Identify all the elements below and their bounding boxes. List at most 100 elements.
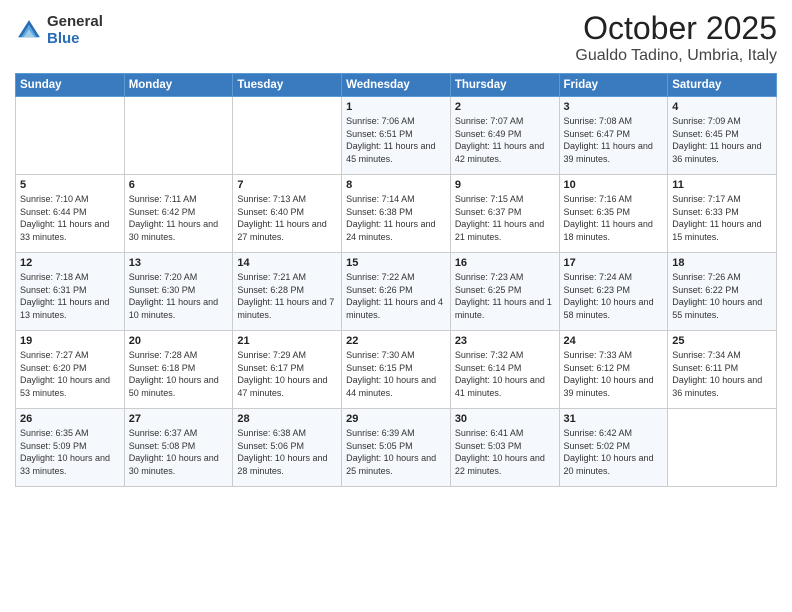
calendar-cell: 21 Sunrise: 7:29 AM Sunset: 6:17 PM Dayli… [233, 331, 342, 409]
weekday-header-friday: Friday [559, 74, 668, 97]
day-detail: Sunrise: 7:22 AM Sunset: 6:26 PM Dayligh… [346, 271, 446, 321]
day-detail: Sunrise: 7:14 AM Sunset: 6:38 PM Dayligh… [346, 193, 446, 243]
calendar-week-row: 19 Sunrise: 7:27 AM Sunset: 6:20 PM Dayli… [16, 331, 777, 409]
calendar-cell: 6 Sunrise: 7:11 AM Sunset: 6:42 PM Daylig… [124, 175, 233, 253]
calendar-cell: 15 Sunrise: 7:22 AM Sunset: 6:26 PM Dayli… [342, 253, 451, 331]
day-detail: Sunrise: 7:29 AM Sunset: 6:17 PM Dayligh… [237, 349, 337, 399]
day-number: 27 [129, 413, 229, 425]
calendar-week-row: 5Sunrise: 7:10 AM Sunset: 6:44 PM Daylig… [16, 175, 777, 253]
day-detail: Sunrise: 7:30 AM Sunset: 6:15 PM Dayligh… [346, 349, 446, 399]
header: General Blue October 2025 Gualdo Tadino,… [15, 10, 777, 65]
logo-general: General [47, 14, 103, 31]
day-detail: Sunrise: 7:18 AM Sunset: 6:31 PM Dayligh… [20, 271, 120, 321]
calendar-cell: 27 Sunrise: 6:37 AM Sunset: 5:08 PM Dayli… [124, 409, 233, 487]
day-number: 10 [564, 179, 664, 191]
day-number: 4 [672, 101, 772, 113]
calendar-cell: 5Sunrise: 7:10 AM Sunset: 6:44 PM Daylig… [16, 175, 125, 253]
day-detail: Sunrise: 7:15 AM Sunset: 6:37 PM Dayligh… [455, 193, 555, 243]
calendar-cell: 19 Sunrise: 7:27 AM Sunset: 6:20 PM Dayli… [16, 331, 125, 409]
day-detail: Sunrise: 6:38 AM Sunset: 5:06 PM Dayligh… [237, 427, 337, 477]
day-detail: Sunrise: 6:42 AM Sunset: 5:02 PM Dayligh… [564, 427, 664, 477]
day-detail: Sunrise: 7:24 AM Sunset: 6:23 PM Dayligh… [564, 271, 664, 321]
day-detail: Sunrise: 7:17 AM Sunset: 6:33 PM Dayligh… [672, 193, 772, 243]
day-number: 12 [20, 257, 120, 269]
calendar-cell: 16 Sunrise: 7:23 AM Sunset: 6:25 PM Dayli… [450, 253, 559, 331]
calendar-cell: 22 Sunrise: 7:30 AM Sunset: 6:15 PM Dayli… [342, 331, 451, 409]
day-detail: Sunrise: 6:41 AM Sunset: 5:03 PM Dayligh… [455, 427, 555, 477]
weekday-header-tuesday: Tuesday [233, 74, 342, 97]
day-number: 26 [20, 413, 120, 425]
calendar-cell: 17 Sunrise: 7:24 AM Sunset: 6:23 PM Dayli… [559, 253, 668, 331]
day-detail: Sunrise: 7:32 AM Sunset: 6:14 PM Dayligh… [455, 349, 555, 399]
day-detail: Sunrise: 6:37 AM Sunset: 5:08 PM Dayligh… [129, 427, 229, 477]
calendar-week-row: 12 Sunrise: 7:18 AM Sunset: 6:31 PM Dayli… [16, 253, 777, 331]
day-detail: Sunrise: 6:35 AM Sunset: 5:09 PM Dayligh… [20, 427, 120, 477]
calendar-cell: 25 Sunrise: 7:34 AM Sunset: 6:11 PM Dayli… [668, 331, 777, 409]
weekday-header-monday: Monday [124, 74, 233, 97]
calendar-cell: 28 Sunrise: 6:38 AM Sunset: 5:06 PM Dayli… [233, 409, 342, 487]
day-number: 5 [20, 179, 120, 191]
day-number: 17 [564, 257, 664, 269]
day-number: 6 [129, 179, 229, 191]
day-number: 13 [129, 257, 229, 269]
day-detail: Sunrise: 7:33 AM Sunset: 6:12 PM Dayligh… [564, 349, 664, 399]
day-number: 1 [346, 101, 446, 113]
calendar-cell: 9 Sunrise: 7:15 AM Sunset: 6:37 PM Daylig… [450, 175, 559, 253]
month-title: October 2025 [575, 10, 777, 47]
logo-icon [15, 17, 43, 45]
day-detail: Sunrise: 7:16 AM Sunset: 6:35 PM Dayligh… [564, 193, 664, 243]
day-number: 28 [237, 413, 337, 425]
calendar-cell: 29 Sunrise: 6:39 AM Sunset: 5:05 PM Dayli… [342, 409, 451, 487]
day-detail: Sunrise: 7:34 AM Sunset: 6:11 PM Dayligh… [672, 349, 772, 399]
logo: General Blue [15, 14, 103, 47]
day-number: 19 [20, 335, 120, 347]
calendar-cell: 23Sunrise: 7:32 AM Sunset: 6:14 PM Dayli… [450, 331, 559, 409]
calendar-cell: 18 Sunrise: 7:26 AM Sunset: 6:22 PM Dayli… [668, 253, 777, 331]
day-detail: Sunrise: 7:11 AM Sunset: 6:42 PM Dayligh… [129, 193, 229, 243]
calendar-cell: 4Sunrise: 7:09 AM Sunset: 6:45 PM Daylig… [668, 97, 777, 175]
calendar-cell: 8Sunrise: 7:14 AM Sunset: 6:38 PM Daylig… [342, 175, 451, 253]
day-detail: Sunrise: 7:08 AM Sunset: 6:47 PM Dayligh… [564, 115, 664, 165]
weekday-header-row: SundayMondayTuesdayWednesdayThursdayFrid… [16, 74, 777, 97]
weekday-header-wednesday: Wednesday [342, 74, 451, 97]
day-number: 30 [455, 413, 555, 425]
day-number: 2 [455, 101, 555, 113]
calendar-cell [233, 97, 342, 175]
calendar-week-row: 26 Sunrise: 6:35 AM Sunset: 5:09 PM Dayli… [16, 409, 777, 487]
day-detail: Sunrise: 7:27 AM Sunset: 6:20 PM Dayligh… [20, 349, 120, 399]
day-number: 25 [672, 335, 772, 347]
calendar-cell: 30 Sunrise: 6:41 AM Sunset: 5:03 PM Dayli… [450, 409, 559, 487]
calendar-cell [16, 97, 125, 175]
day-number: 18 [672, 257, 772, 269]
day-number: 29 [346, 413, 446, 425]
day-detail: Sunrise: 7:23 AM Sunset: 6:25 PM Dayligh… [455, 271, 555, 321]
day-detail: Sunrise: 6:39 AM Sunset: 5:05 PM Dayligh… [346, 427, 446, 477]
day-detail: Sunrise: 7:26 AM Sunset: 6:22 PM Dayligh… [672, 271, 772, 321]
calendar-cell: 3 Sunrise: 7:08 AM Sunset: 6:47 PM Daylig… [559, 97, 668, 175]
day-detail: Sunrise: 7:21 AM Sunset: 6:28 PM Dayligh… [237, 271, 337, 321]
day-number: 3 [564, 101, 664, 113]
page: General Blue October 2025 Gualdo Tadino,… [0, 0, 792, 612]
day-number: 15 [346, 257, 446, 269]
title-block: October 2025 Gualdo Tadino, Umbria, Ital… [575, 10, 777, 65]
calendar-cell: 1 Sunrise: 7:06 AM Sunset: 6:51 PM Daylig… [342, 97, 451, 175]
calendar-cell: 7Sunrise: 7:13 AM Sunset: 6:40 PM Daylig… [233, 175, 342, 253]
day-number: 22 [346, 335, 446, 347]
day-number: 9 [455, 179, 555, 191]
calendar-cell: 10 Sunrise: 7:16 AM Sunset: 6:35 PM Dayli… [559, 175, 668, 253]
weekday-header-sunday: Sunday [16, 74, 125, 97]
day-detail: Sunrise: 7:06 AM Sunset: 6:51 PM Dayligh… [346, 115, 446, 165]
calendar-cell: 31Sunrise: 6:42 AM Sunset: 5:02 PM Dayli… [559, 409, 668, 487]
day-number: 21 [237, 335, 337, 347]
day-number: 14 [237, 257, 337, 269]
logo-text: General Blue [47, 14, 103, 47]
calendar-cell: 2 Sunrise: 7:07 AM Sunset: 6:49 PM Daylig… [450, 97, 559, 175]
weekday-header-saturday: Saturday [668, 74, 777, 97]
day-detail: Sunrise: 7:07 AM Sunset: 6:49 PM Dayligh… [455, 115, 555, 165]
day-number: 16 [455, 257, 555, 269]
calendar-cell: 13Sunrise: 7:20 AM Sunset: 6:30 PM Dayli… [124, 253, 233, 331]
calendar-table: SundayMondayTuesdayWednesdayThursdayFrid… [15, 73, 777, 487]
calendar-cell: 11Sunrise: 7:17 AM Sunset: 6:33 PM Dayli… [668, 175, 777, 253]
calendar-cell: 14 Sunrise: 7:21 AM Sunset: 6:28 PM Dayli… [233, 253, 342, 331]
calendar-cell: 26 Sunrise: 6:35 AM Sunset: 5:09 PM Dayli… [16, 409, 125, 487]
